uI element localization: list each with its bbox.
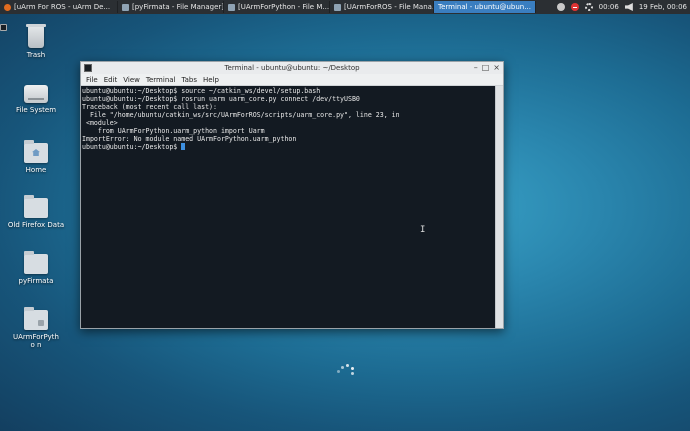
desktop-icon-label: UArmForPytho n	[13, 333, 59, 349]
taskbar-label: [UArmForROS - File Mana...	[344, 3, 434, 11]
terminal-line: ImportError: No module named UArmForPyth…	[82, 135, 297, 143]
firefox-icon	[4, 3, 11, 11]
taskbar-item-uarmforpython[interactable]: [UArmForPython - File M...	[224, 1, 330, 13]
terminal-line: File "/home/ubuntu/catkin_ws/src/UArmFor…	[82, 111, 400, 119]
folder-icon	[334, 3, 341, 11]
taskbar-label: [pyFirmata - File Manager]	[132, 3, 224, 11]
taskbar-item-terminal[interactable]: Terminal - ubuntu@ubun...	[0, 1, 536, 31]
system-tray: 00:06 19 Feb, 00:06	[556, 3, 690, 11]
window-title: Terminal - ubuntu@ubuntu: ~/Desktop	[224, 64, 360, 72]
menu-bar: File Edit View Terminal Tabs Help	[81, 74, 503, 86]
desktop-icon-old-firefox-data[interactable]: Old Firefox Data	[6, 195, 66, 229]
taskbar-label: Terminal - ubuntu@ubun...	[438, 3, 531, 11]
desktop-icon-label: Home	[25, 166, 47, 174]
folder-icon	[122, 3, 129, 11]
desktop-icon-uarmforpython[interactable]: UArmForPytho n	[6, 307, 66, 349]
taskbar-item-pyfirmata[interactable]: [pyFirmata - File Manager]	[118, 1, 224, 13]
terminal-line: from UArmForPython.uarm_python import Ua…	[82, 127, 265, 135]
terminal-prompt: ubuntu@ubuntu:~/Desktop$	[82, 143, 182, 151]
menu-tabs[interactable]: Tabs	[179, 76, 201, 84]
menu-edit[interactable]: Edit	[101, 76, 121, 84]
top-panel: [uArm For ROS - uArm De... [pyFirmata - …	[0, 0, 690, 31]
maximize-button[interactable]: □	[482, 63, 490, 73]
clock-short[interactable]: 00:06	[599, 3, 619, 11]
terminal-window[interactable]: Terminal - ubuntu@ubuntu: ~/Desktop – □ …	[80, 61, 504, 329]
taskbar-item-uarmforros[interactable]: [UArmForROS - File Mana...	[330, 1, 434, 13]
desktop-icon-label: File System	[15, 106, 57, 114]
desktop-icon-home[interactable]: Home	[6, 140, 66, 174]
taskbar-label: [UArmForPython - File M...	[238, 3, 330, 11]
do-not-disturb-icon[interactable]	[570, 3, 579, 11]
terminal-scrollbar[interactable]	[495, 86, 503, 328]
volume-icon[interactable]	[624, 3, 633, 11]
mouse-ibeam-cursor: I	[420, 225, 426, 235]
folder-icon	[24, 251, 48, 274]
trash-icon	[26, 24, 46, 48]
settings-icon[interactable]	[584, 3, 593, 11]
desktop-icon-label: Old Firefox Data	[7, 221, 65, 229]
desktop-icon-pyfirmata[interactable]: pyFirmata	[6, 251, 66, 285]
window-titlebar[interactable]: Terminal - ubuntu@ubuntu: ~/Desktop – □ …	[81, 62, 503, 74]
terminal-output[interactable]: ubuntu@ubuntu:~/Desktop$ source ~/catkin…	[81, 86, 495, 328]
taskbar-label: [uArm For ROS - uArm De...	[14, 3, 111, 11]
menu-terminal[interactable]: Terminal	[143, 76, 179, 84]
terminal-line: ubuntu@ubuntu:~/Desktop$ source ~/catkin…	[82, 87, 321, 95]
folder-icon	[228, 3, 235, 11]
clock-date[interactable]: 19 Feb, 00:06	[639, 3, 687, 11]
drive-icon	[24, 85, 48, 103]
close-button[interactable]: ×	[493, 63, 500, 73]
desktop-icon-label: pyFirmata	[18, 277, 54, 285]
menu-help[interactable]: Help	[200, 76, 222, 84]
taskbar-item-firefox[interactable]: [uArm For ROS - uArm De...	[0, 1, 118, 13]
loading-spinner-icon	[337, 364, 355, 376]
terminal-line: Traceback (most recent call last):	[82, 103, 217, 111]
desktop-icon-label: Trash	[26, 51, 46, 59]
terminal-prompt-line: ubuntu@ubuntu:~/Desktop$	[82, 143, 494, 151]
home-folder-icon	[24, 140, 48, 163]
text-cursor	[181, 143, 186, 150]
terminal-line: <module>	[82, 119, 118, 127]
minimize-button[interactable]: –	[474, 63, 478, 73]
menu-view[interactable]: View	[120, 76, 143, 84]
menu-file[interactable]: File	[83, 76, 101, 84]
desktop-icon-trash[interactable]: Trash	[6, 24, 66, 59]
desktop-icon-file-system[interactable]: File System	[6, 85, 66, 114]
folder-icon	[24, 195, 48, 218]
power-icon[interactable]	[556, 3, 565, 11]
terminal-line: ubuntu@ubuntu:~/Desktop$ rosrun uarm uar…	[82, 95, 360, 103]
folder-locked-icon	[24, 307, 48, 330]
